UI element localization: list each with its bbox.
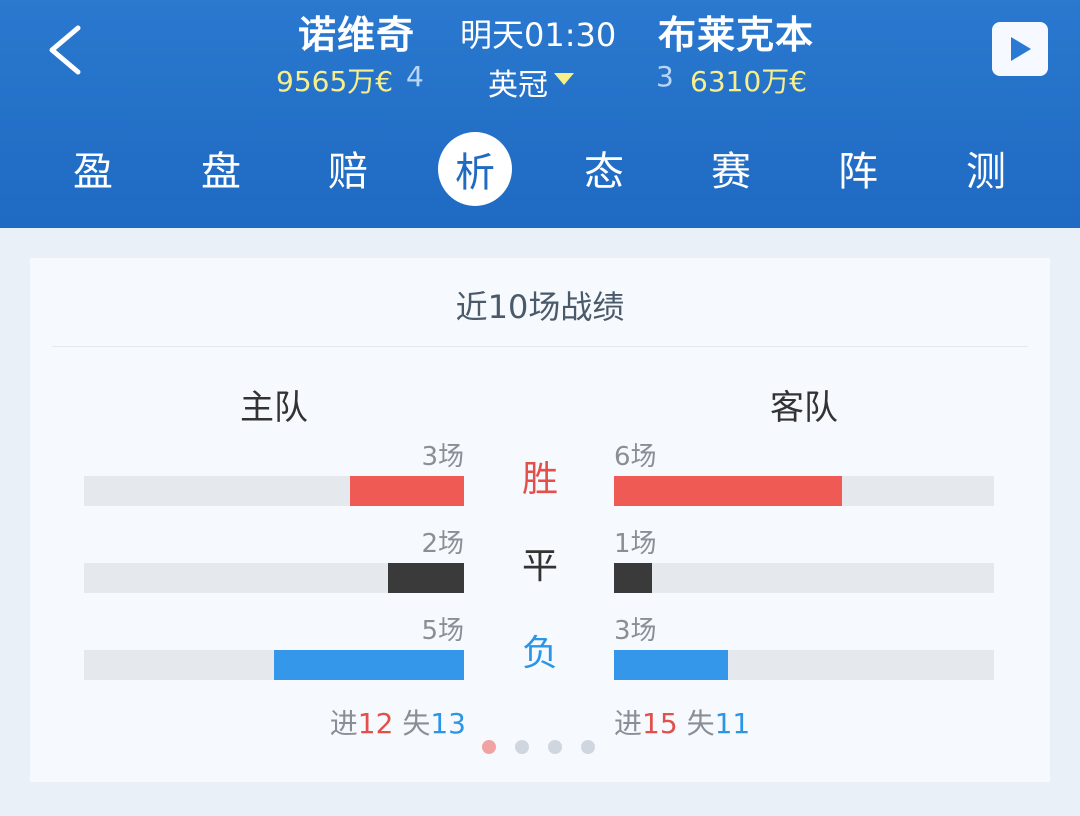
tab-1[interactable]: 盈 bbox=[55, 130, 131, 206]
pagination-dot[interactable] bbox=[482, 740, 496, 754]
away-goals-for: 15 bbox=[642, 707, 678, 740]
home-bar-track bbox=[84, 650, 464, 680]
league-name: 英冠 bbox=[488, 68, 548, 103]
result-label: 负 bbox=[521, 633, 558, 674]
home-bar-fill bbox=[274, 650, 464, 680]
home-bar-track bbox=[84, 563, 464, 593]
away-bar-track bbox=[614, 563, 994, 593]
tab-7[interactable]: 阵 bbox=[820, 130, 896, 206]
home-side-label: 主队 bbox=[240, 388, 308, 428]
recent-record-card: 近10场战绩 主队 客队 3场 6场胜 2场 1场平 5场 3场负 进12 失13 进15… bbox=[30, 258, 1050, 782]
home-goals-for: 12 bbox=[357, 707, 394, 740]
away-count: 1场 bbox=[614, 529, 657, 559]
teams-row: 诺维奇 明天01:30 布莱克本 bbox=[0, 2, 1080, 57]
pagination-dot[interactable] bbox=[548, 740, 562, 754]
tab-2[interactable]: 盘 bbox=[183, 130, 259, 206]
pagination-dot[interactable] bbox=[581, 740, 595, 754]
tab-5[interactable]: 态 bbox=[566, 130, 642, 206]
divider bbox=[52, 346, 1028, 347]
team-info-row: 9565万€ 4 英冠 3 6310万€ bbox=[0, 60, 1080, 103]
away-bar-track bbox=[614, 476, 994, 506]
home-bar-track bbox=[84, 476, 464, 506]
tab-6[interactable]: 赛 bbox=[693, 130, 769, 206]
home-team-name: 诺维奇 bbox=[298, 13, 416, 57]
home-goals: 进12 失13 bbox=[330, 702, 466, 742]
match-header: 诺维奇 明天01:30 布莱克本 9565万€ 4 英冠 3 6310万€ 盈盘… bbox=[0, 0, 1080, 228]
home-rank: 4 bbox=[406, 60, 424, 93]
tab-bar: 盈盘赔析态赛阵测 bbox=[0, 130, 1080, 210]
away-bar-fill bbox=[614, 650, 728, 680]
home-goals-for-label: 进 bbox=[329, 707, 358, 740]
away-goals-against: 11 bbox=[714, 707, 751, 740]
pagination-dot[interactable] bbox=[515, 740, 529, 754]
home-market-value: 9565万€ bbox=[276, 65, 394, 98]
home-goals-against-label: 失 bbox=[402, 707, 431, 740]
result-label: 平 bbox=[521, 546, 558, 587]
away-goals-for-label: 进 bbox=[614, 707, 643, 740]
tab-4[interactable]: 析 bbox=[438, 132, 512, 206]
away-count: 3场 bbox=[614, 616, 657, 646]
away-goals: 进15 失11 bbox=[614, 702, 750, 742]
away-team-name: 布莱克本 bbox=[658, 13, 815, 57]
away-count: 6场 bbox=[614, 442, 657, 472]
play-button[interactable] bbox=[992, 22, 1048, 76]
home-count: 2场 bbox=[421, 529, 464, 559]
away-bar-fill bbox=[614, 476, 842, 506]
home-count: 3场 bbox=[421, 442, 464, 472]
away-market-value: 6310万€ bbox=[690, 65, 808, 98]
home-goals-against: 13 bbox=[430, 707, 466, 740]
home-bar-fill bbox=[388, 563, 464, 593]
league-selector[interactable]: 英冠 bbox=[488, 60, 574, 104]
away-rank: 3 bbox=[656, 60, 674, 93]
away-bar-fill bbox=[614, 563, 652, 593]
result-label: 胜 bbox=[521, 459, 558, 500]
play-icon bbox=[1011, 37, 1031, 61]
match-time: 明天01:30 bbox=[460, 16, 617, 54]
pagination-dots bbox=[482, 740, 602, 760]
tab-3[interactable]: 赔 bbox=[310, 130, 386, 206]
home-bar-fill bbox=[350, 476, 464, 506]
away-bar-track bbox=[614, 650, 994, 680]
away-goals-against-label: 失 bbox=[686, 707, 715, 740]
tab-8[interactable]: 测 bbox=[948, 130, 1024, 206]
card-title: 近10场战绩 bbox=[455, 288, 625, 326]
away-side-label: 客队 bbox=[770, 388, 838, 428]
home-count: 5场 bbox=[421, 616, 464, 646]
caret-down-icon bbox=[554, 73, 574, 85]
